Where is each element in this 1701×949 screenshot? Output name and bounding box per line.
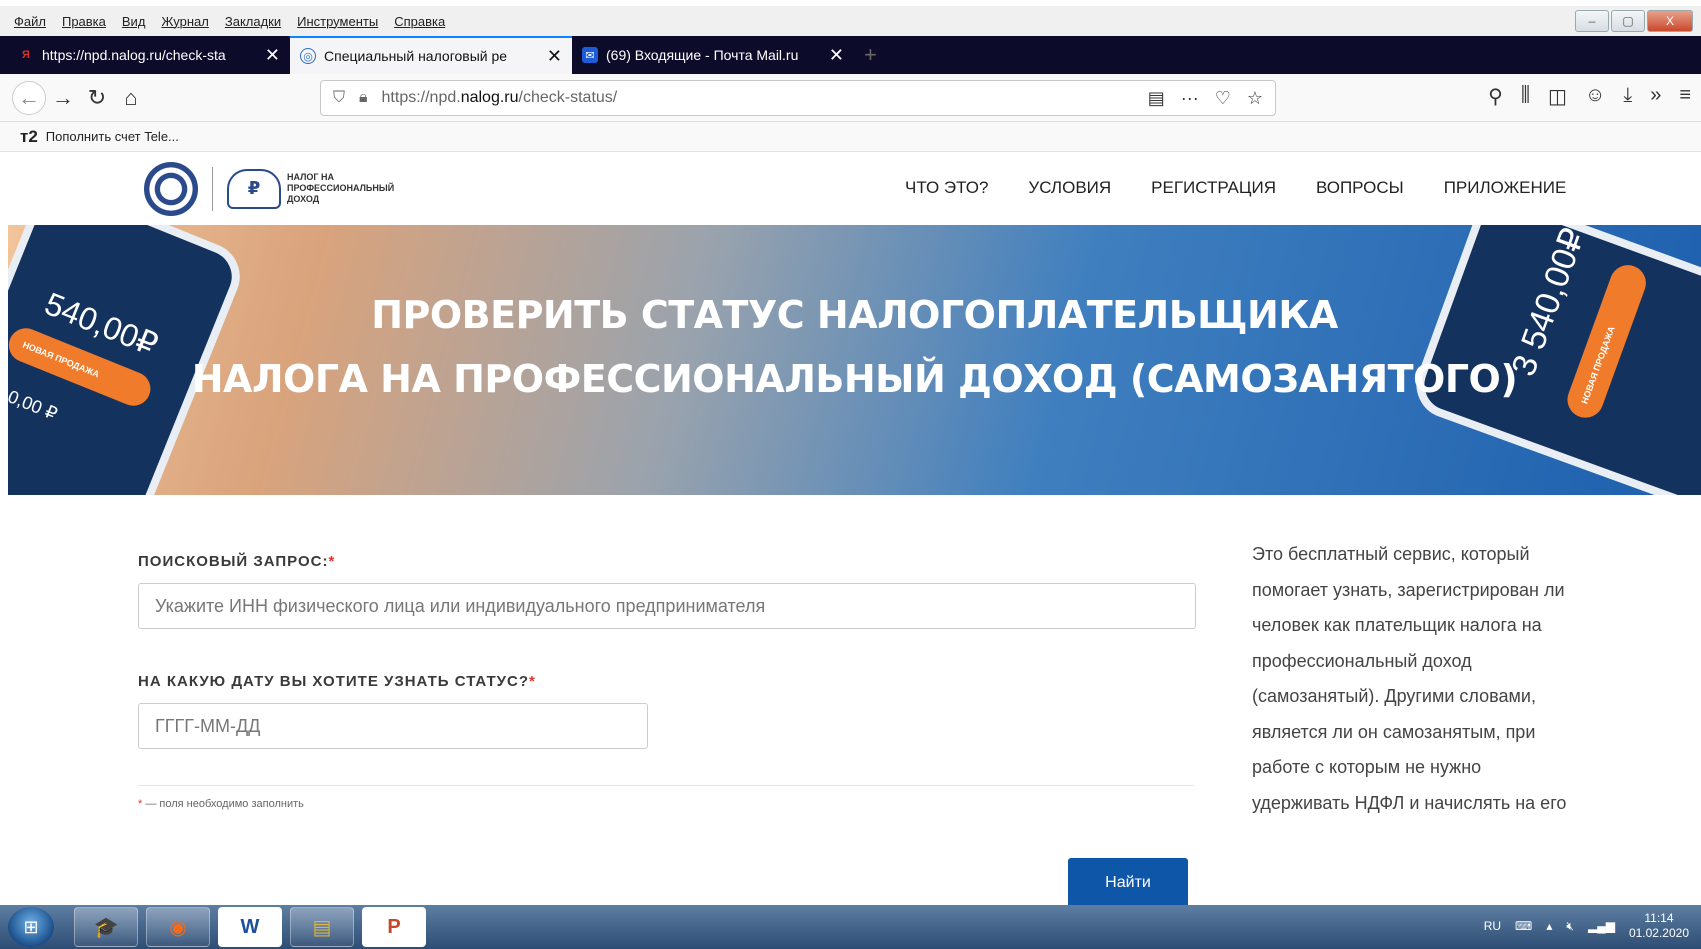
site-nav: ЧТО ЭТО? УСЛОВИЯ РЕГИСТРАЦИЯ ВОПРОСЫ ПРИ…: [905, 178, 1566, 198]
account-icon[interactable]: ☺: [1585, 84, 1605, 109]
url-text[interactable]: https://npd.nalog.ru/check-status/: [382, 89, 1134, 107]
clock[interactable]: 11:14 01.02.2020: [1629, 911, 1689, 941]
tray-arrow-icon[interactable]: ▴: [1546, 919, 1552, 933]
menubar: Файл Правка Вид Журнал Закладки Инструме…: [0, 6, 1701, 36]
tele2-icon[interactable]: т2: [20, 127, 38, 147]
service-description: Это бесплатный сервис, который помогает …: [1252, 544, 1567, 813]
find-button[interactable]: Найти: [1068, 858, 1188, 908]
search-label: ПОИСКОВЫЙ ЗАПРОС:*: [138, 553, 336, 570]
start-button[interactable]: ⊞: [8, 907, 54, 947]
back-button[interactable]: ←: [12, 80, 46, 115]
nav-what-is-it[interactable]: ЧТО ЭТО?: [905, 178, 988, 198]
keyboard-icon[interactable]: ⌨: [1515, 919, 1532, 933]
menu-tools[interactable]: Инструменты: [297, 14, 378, 29]
taskbar-word[interactable]: W: [218, 907, 282, 947]
menu-help[interactable]: Справка: [394, 14, 445, 29]
network-icon[interactable]: ▂▄▆: [1588, 919, 1615, 933]
banner-title-line-1: ПРОВЕРИТЬ СТАТУС НАЛОГОПЛАТЕЛЬЩИКА: [371, 293, 1338, 337]
menu-edit[interactable]: Правка: [62, 14, 106, 29]
tab-npd-check[interactable]: Я https://npd.nalog.ru/check-sta ✕: [8, 36, 290, 74]
tab-mail[interactable]: ✉ (69) Входящие - Почта Mail.ru ✕: [572, 36, 854, 74]
lock-icon[interactable]: 🔒︎: [359, 89, 368, 107]
url-actions: ▤ ··· ♡ ☆: [1148, 88, 1263, 109]
date-label: НА КАКУЮ ДАТУ ВЫ ХОТИТЕ УЗНАТЬ СТАТУС?*: [138, 673, 536, 690]
tab-bar: Я https://npd.nalog.ru/check-sta ✕ ◎ Спе…: [0, 36, 1701, 74]
menu-hamburger-icon[interactable]: ≡: [1679, 84, 1691, 109]
nav-conditions[interactable]: УСЛОВИЯ: [1028, 178, 1111, 198]
language-indicator[interactable]: RU: [1484, 919, 1501, 933]
download-icon[interactable]: ⤓: [1623, 84, 1632, 109]
check-status-form: ПОИСКОВЫЙ ЗАПРОС:* Укажите ИНН физическо…: [0, 495, 1701, 908]
reload-button[interactable]: ↻: [80, 81, 114, 115]
tab-title: https://npd.nalog.ru/check-sta: [42, 47, 226, 63]
nav-questions[interactable]: ВОПРОСЫ: [1316, 178, 1404, 198]
system-tray: RU ⌨ ▴ 🔇︎ ▂▄▆ 11:14 01.02.2020: [1484, 911, 1689, 941]
taskbar-app-graduate[interactable]: 🎓: [74, 907, 138, 947]
overflow-icon[interactable]: »: [1650, 84, 1661, 109]
inn-search-input[interactable]: Укажите ИНН физического лица или индивид…: [138, 583, 1196, 629]
bookmarks-bar: т2 Пополнить счет Tele...: [0, 122, 1701, 152]
required-note: * — поля необходимо заполнить: [138, 798, 304, 810]
clock-time: 11:14: [1644, 911, 1674, 925]
close-tab-icon[interactable]: ✕: [265, 45, 280, 66]
banner-title-line-2: НАЛОГА НА ПРОФЕССИОНАЛЬНЫЙ ДОХОД (САМОЗА…: [191, 357, 1518, 401]
sidebar-icon[interactable]: ◫: [1548, 84, 1567, 109]
banner-title: ПРОВЕРИТЬ СТАТУС НАЛОГОПЛАТЕЛЬЩИКА НАЛОГ…: [8, 283, 1701, 411]
date-input[interactable]: ГГГГ-ММ-ДД: [138, 703, 648, 749]
taskbar-powerpoint[interactable]: P: [362, 907, 426, 947]
tab-special-tax[interactable]: ◎ Специальный налоговый ре ✕: [290, 36, 572, 74]
site-favicon-icon: ◎: [300, 48, 316, 64]
navigation-bar: ← → ↻ ⌂ ⛉ 🔒︎ https://npd.nalog.ru/check-…: [0, 74, 1701, 122]
yandex-icon: Я: [22, 49, 30, 61]
menu-view[interactable]: Вид: [122, 14, 146, 29]
menu-bookmarks[interactable]: Закладки: [225, 14, 281, 29]
taskbar-explorer[interactable]: ▤: [290, 907, 354, 947]
close-tab-icon[interactable]: ✕: [547, 46, 562, 67]
bookmark-tele2[interactable]: Пополнить счет Tele...: [46, 129, 179, 144]
window-controls: – ▢ X: [1575, 10, 1693, 32]
nav-registration[interactable]: РЕГИСТРАЦИЯ: [1151, 178, 1276, 198]
tab-title: Специальный налоговый ре: [324, 48, 508, 64]
home-button[interactable]: ⌂: [114, 81, 148, 115]
fns-emblem-icon[interactable]: [144, 161, 198, 216]
form-divider: [138, 785, 1194, 786]
hero-banner: 540,00₽ НОВАЯ ПРОДАЖА 0,00 ₽ 3 540,00₽ Н…: [8, 225, 1701, 495]
pocket-icon[interactable]: ♡: [1215, 88, 1231, 109]
tab-title: (69) Входящие - Почта Mail.ru: [606, 47, 799, 63]
windows-taskbar: ⊞ 🎓 ◉ W ▤ P RU ⌨ ▴ 🔇︎ ▂▄▆ 11:14 01.02.20…: [0, 905, 1701, 949]
more-actions-icon[interactable]: ···: [1181, 88, 1199, 109]
npd-logo-text: НАЛОГ НА ПРОФЕССИОНАЛЬНЫЙ ДОХОД: [287, 172, 395, 204]
menu-file[interactable]: Файл: [14, 14, 46, 29]
toolbar-right: ⚲ ⫼ ◫ ☺ ⤓ » ≡: [1488, 84, 1691, 109]
nav-app[interactable]: ПРИЛОЖЕНИЕ: [1444, 178, 1567, 198]
header-divider: [212, 166, 213, 211]
npd-logo[interactable]: ₽ НАЛОГ НА ПРОФЕССИОНАЛЬНЫЙ ДОХОД: [227, 168, 397, 209]
forward-button[interactable]: →: [46, 81, 80, 115]
close-window-button[interactable]: X: [1647, 10, 1693, 32]
clock-date: 01.02.2020: [1628, 926, 1689, 940]
search-icon[interactable]: ⚲: [1488, 84, 1503, 109]
shield-icon[interactable]: ⛉: [333, 89, 345, 107]
library-icon[interactable]: ⫼: [1521, 84, 1530, 109]
mail-icon: ✉: [582, 47, 598, 63]
taskbar-firefox[interactable]: ◉: [146, 907, 210, 947]
close-tab-icon[interactable]: ✕: [829, 45, 844, 66]
reader-view-icon[interactable]: ▤: [1148, 88, 1165, 109]
url-bar[interactable]: ⛉ 🔒︎ https://npd.nalog.ru/check-status/ …: [320, 80, 1276, 116]
site-header: ₽ НАЛОГ НА ПРОФЕССИОНАЛЬНЫЙ ДОХОД ЧТО ЭТ…: [0, 152, 1701, 225]
npd-logo-icon: ₽: [227, 168, 281, 209]
bookmark-star-icon[interactable]: ☆: [1247, 88, 1263, 109]
volume-muted-icon[interactable]: 🔇︎: [1566, 919, 1574, 934]
minimize-button[interactable]: –: [1575, 10, 1609, 32]
maximize-button[interactable]: ▢: [1611, 10, 1645, 32]
menu-history[interactable]: Журнал: [161, 14, 208, 29]
new-tab-button[interactable]: +: [854, 36, 877, 74]
